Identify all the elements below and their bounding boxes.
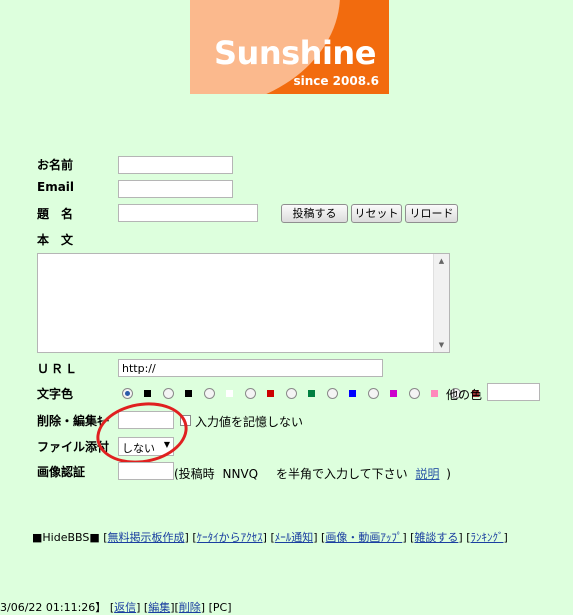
color-swatch bbox=[226, 390, 233, 397]
footer-link-mobile[interactable]: ｹｰﾀｲからｱｸｾｽ bbox=[197, 531, 263, 544]
color-radio[interactable] bbox=[163, 388, 174, 399]
color-radio[interactable] bbox=[286, 388, 297, 399]
submit-button[interactable]: 投稿する bbox=[281, 204, 348, 223]
scroll-up-icon[interactable]: ▲ bbox=[434, 254, 449, 268]
color-swatch bbox=[144, 390, 151, 397]
footer-link-chat[interactable]: 雑談する bbox=[414, 531, 458, 544]
subject-input[interactable] bbox=[118, 204, 258, 222]
color-swatch bbox=[185, 390, 192, 397]
scroll-down-icon[interactable]: ▼ bbox=[434, 338, 449, 352]
site-logo: Sunshine since 2008.6 bbox=[190, 0, 389, 94]
color-swatch bbox=[390, 390, 397, 397]
color-radio[interactable] bbox=[368, 388, 379, 399]
other-color-input[interactable] bbox=[487, 383, 540, 401]
body-label: 本 文 bbox=[37, 233, 74, 247]
color-swatch bbox=[267, 390, 274, 397]
email-input[interactable] bbox=[118, 180, 233, 198]
captcha-close-paren: ) bbox=[446, 467, 451, 481]
email-label: Email bbox=[37, 180, 75, 194]
color-radio[interactable] bbox=[204, 388, 215, 399]
captcha-label: 画像認証 bbox=[37, 465, 86, 479]
other-color-label: 他の色 bbox=[446, 388, 483, 402]
color-radio[interactable] bbox=[245, 388, 256, 399]
body-textarea[interactable]: ▲ ▼ bbox=[37, 253, 450, 353]
pc-link[interactable]: [PC] bbox=[209, 601, 232, 614]
footer-link-ranking[interactable]: ﾗﾝｷﾝｸﾞ bbox=[471, 531, 504, 544]
color-radio[interactable] bbox=[122, 388, 133, 399]
captcha-code: NNVQ bbox=[222, 467, 259, 481]
color-radio[interactable] bbox=[409, 388, 420, 399]
logo-brand-text: Sunshine bbox=[214, 34, 376, 72]
body-scrollbar[interactable]: ▲ ▼ bbox=[433, 254, 449, 352]
subject-label: 題 名 bbox=[37, 207, 74, 221]
color-swatch bbox=[349, 390, 356, 397]
post-meta-row: 3/06/22 01:11:26】 [返信] [編集][削除] [PC] bbox=[0, 601, 232, 614]
url-input[interactable]: http:// bbox=[118, 359, 383, 377]
captcha-hint-post: を半角で入力して下さい bbox=[275, 467, 408, 481]
logo-since-text: since 2008.6 bbox=[293, 74, 379, 88]
url-label: ＵＲＬ bbox=[37, 362, 80, 376]
name-input[interactable] bbox=[118, 156, 233, 174]
remember-label: 入力値を記憶しない bbox=[195, 415, 304, 429]
footer-link-upload[interactable]: 画像・動画ｱｯﾌﾟ bbox=[325, 531, 402, 544]
color-radio[interactable] bbox=[327, 388, 338, 399]
delete-link[interactable]: 削除 bbox=[179, 601, 201, 614]
reload-button[interactable]: リロード bbox=[405, 204, 458, 223]
post-date: 3/06/22 01:11:26】 bbox=[0, 601, 107, 614]
footer-link-create[interactable]: 無料掲示板作成 bbox=[108, 531, 185, 544]
color-label: 文字色 bbox=[37, 387, 74, 401]
edit-link[interactable]: 編集 bbox=[148, 601, 170, 614]
name-label: お名前 bbox=[37, 158, 74, 172]
footer-prefix: ■HideBBS■ bbox=[32, 531, 100, 544]
reset-button[interactable]: リセット bbox=[351, 204, 402, 223]
color-swatch bbox=[308, 390, 315, 397]
annotation-circle bbox=[91, 395, 193, 471]
captcha-help-link[interactable]: 説明 bbox=[415, 467, 439, 481]
captcha-input[interactable] bbox=[118, 462, 174, 480]
footer-link-mail[interactable]: ﾒｰﾙ通知 bbox=[275, 531, 314, 544]
captcha-hint: (投稿時 NNVQ を半角で入力して下さい 説明 ) bbox=[174, 465, 451, 482]
captcha-hint-pre: (投稿時 bbox=[174, 467, 215, 481]
footer-links: ■HideBBS■ [無料掲示板作成] [ｹｰﾀｲからｱｸｾｽ] [ﾒｰﾙ通知]… bbox=[32, 531, 508, 544]
color-swatch bbox=[431, 390, 438, 397]
reply-link[interactable]: 返信 bbox=[114, 601, 136, 614]
